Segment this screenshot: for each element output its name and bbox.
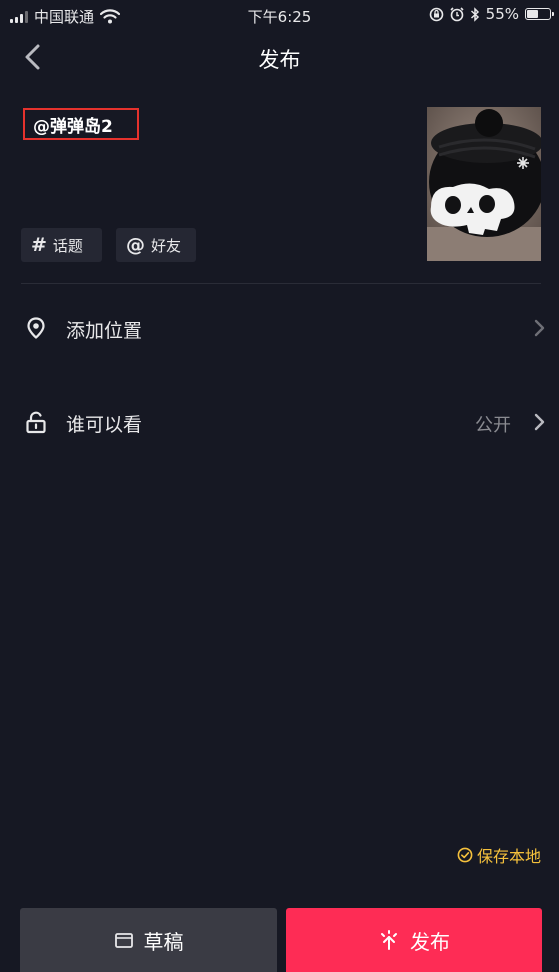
- location-pin-icon: [27, 317, 45, 339]
- add-location-label: 添加位置: [66, 320, 143, 342]
- draft-button[interactable]: 草稿: [20, 908, 277, 972]
- visibility-row[interactable]: 谁可以看 公开: [0, 392, 559, 452]
- hashtag-icon: #: [31, 234, 47, 256]
- friend-tag-label: 好友: [151, 236, 182, 255]
- video-cover-thumbnail[interactable]: [427, 107, 541, 261]
- publish-label: 发布: [410, 929, 450, 954]
- divider: [21, 283, 541, 284]
- bluetooth-icon: [470, 6, 479, 22]
- visibility-value: 公开: [475, 415, 511, 436]
- draft-box-icon: [114, 933, 133, 948]
- save-local-toggle[interactable]: 保存本地: [457, 843, 541, 867]
- publish-button[interactable]: 发布: [286, 908, 542, 972]
- battery-icon: [525, 8, 554, 20]
- battery-percent: 55%: [485, 5, 519, 23]
- visibility-label: 谁可以看: [66, 414, 143, 436]
- caption-mention[interactable]: @弹弹岛2: [23, 108, 139, 140]
- status-right: 55%: [429, 5, 554, 23]
- unlock-icon: [26, 411, 46, 434]
- orientation-lock-icon: [429, 7, 443, 21]
- save-local-label: 保存本地: [476, 847, 541, 866]
- topic-tag-button[interactable]: # 话题: [21, 228, 102, 262]
- chevron-right-icon: [534, 413, 545, 431]
- checkmark-circle-icon: [457, 847, 473, 863]
- topic-tag-label: 话题: [52, 236, 83, 255]
- chevron-right-icon: [534, 319, 545, 337]
- status-bar: 中国联通 下午6:25 55%: [0, 0, 559, 30]
- mention-text: @弹弹岛2: [33, 116, 113, 137]
- battery-level: [527, 10, 538, 18]
- page-title: 发布: [258, 48, 301, 72]
- draft-label: 草稿: [143, 929, 184, 954]
- alarm-icon: [450, 6, 464, 21]
- cover-image: [427, 107, 541, 261]
- at-icon: @: [126, 234, 145, 256]
- friend-tag-button[interactable]: @ 好友: [116, 228, 196, 262]
- add-location-row[interactable]: 添加位置: [0, 298, 559, 358]
- sparkle-upload-icon: [381, 930, 397, 950]
